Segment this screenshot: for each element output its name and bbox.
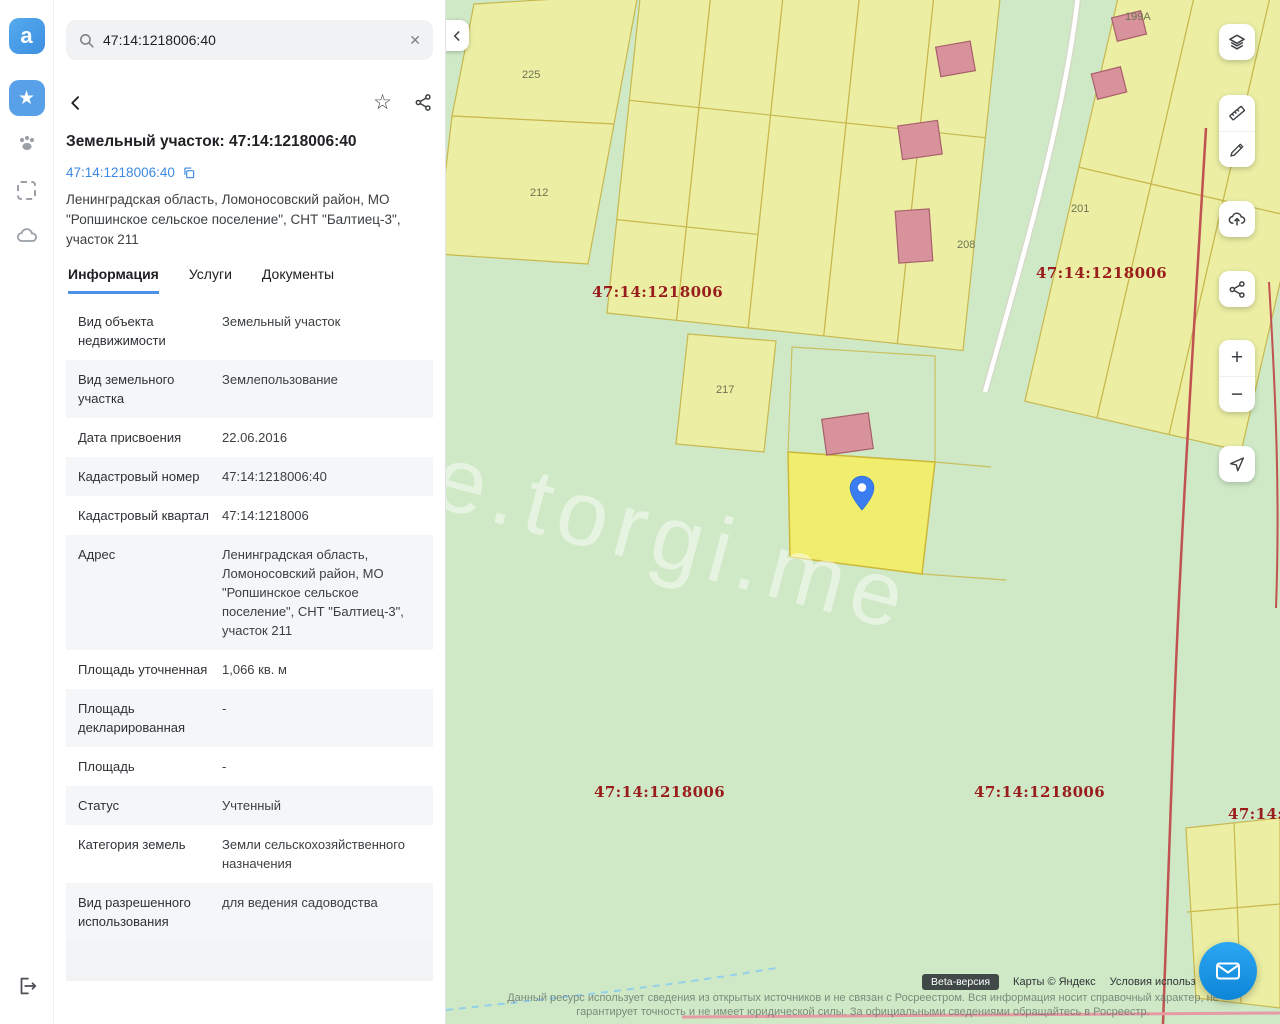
table-row: Площадь - [78,759,227,774]
table-row: Кадастровый квартал 47:14:1218006 [78,508,309,523]
table-row-partial [66,941,433,981]
search-icon [80,33,94,48]
yandex-attribution: Карты © Яндекс [1013,976,1096,988]
object-panel: ✕ ☆ Земельный участок: 47:14:1218006:40 … [54,0,446,1024]
page-title: Земельный участок: 47:14:1218006:40 [66,133,357,150]
cadastral-number-link[interactable]: 47:14:1218006:40 [66,165,175,180]
map-attribution: Beta-версия Карты © Яндекс Условия испол… [922,974,1196,990]
tab-bar: Информация Услуги Документы [66,266,433,294]
favorites-rail-button[interactable]: ★ [8,80,45,116]
info-table: Вид объекта недвижимости Земельный участо… [66,302,433,981]
app-window: a ★ ✕ [0,0,1280,1024]
search-bar[interactable]: ✕ [66,20,433,60]
building [894,208,934,264]
table-row: Категория земель Земли сельскохозяйственн… [78,837,405,871]
collapse-panel-button[interactable] [446,20,469,51]
table-row: Кадастровый номер 47:14:1218006:40 [66,457,433,496]
building [934,40,977,78]
clear-search-icon[interactable]: ✕ [409,33,421,47]
map-share-button[interactable] [1219,271,1255,307]
table-row: Площадь декларированная - [66,689,433,747]
pencil-icon [1230,143,1244,157]
area-select-rail-button[interactable] [9,172,45,208]
terms-link[interactable]: Условия использ [1110,976,1196,988]
cloud-rail-button[interactable] [9,218,45,254]
table-row: Площадь уточненная 1,066 кв. м [78,662,287,677]
zoom-in-button[interactable]: + [1219,340,1255,376]
building [897,119,943,161]
panel-actions: ☆ [66,90,433,115]
search-input[interactable] [103,32,402,48]
layers-icon [1229,34,1245,50]
icon-rail: a ★ [0,0,54,1024]
beta-badge: Beta-версия [922,974,1000,990]
table-row: Дата присвоения 22.06.2016 [78,430,288,445]
tab-documents[interactable]: Документы [262,266,334,294]
location-arrow-icon [1229,457,1245,472]
logout-icon [20,977,36,995]
envelope-icon [1216,962,1240,980]
cadastral-number-row: 47:14:1218006:40 [66,165,433,180]
object-address: Ленинградская область, Ломоносовский рай… [66,192,401,247]
measure-button[interactable] [1219,95,1255,131]
chevron-left-icon [453,30,460,41]
zoom-out-button[interactable]: − [1219,376,1255,412]
building [821,412,874,456]
copy-icon[interactable] [182,166,196,180]
table-row: Статус Учтенный [66,786,433,825]
dashed-square-icon [17,180,36,200]
share-icon [415,94,431,111]
back-button[interactable] [66,93,86,113]
share-icon [1229,280,1245,298]
table-row: Адрес Ленинградская область, Ломоносовски… [66,535,433,650]
logout-button[interactable] [9,968,45,1004]
paw-icon [19,135,34,151]
tab-services[interactable]: Услуги [189,266,232,294]
chevron-left-icon [71,95,79,110]
upload-cloud-icon [1228,212,1246,226]
cadastral-map-canvas[interactable] [446,0,1280,1024]
layers-button[interactable] [1219,24,1255,60]
map-area: ine.torgi.me 47:14:1218006 47:14:1218006… [446,0,1280,1024]
chat-button[interactable] [1199,942,1257,1000]
share-button[interactable] [414,93,433,112]
tab-information[interactable]: Информация [68,266,159,294]
table-row: Вид земельного участка Землепользование [66,360,433,418]
draw-button[interactable] [1219,131,1255,167]
table-row: Вид объекта недвижимости Земельный участо… [78,314,341,348]
cloud-icon [16,228,37,242]
selected-parcel[interactable] [787,451,936,575]
star-icon: ★ [17,87,36,109]
upload-button[interactable] [1219,201,1255,237]
favorite-button[interactable]: ☆ [373,90,392,115]
locate-me-button[interactable] [1219,446,1255,482]
ruler-icon [1229,105,1245,121]
paw-rail-button[interactable] [9,126,45,162]
table-row: Вид разрешенного использования для ведени… [66,883,433,941]
app-logo[interactable]: a [8,18,45,54]
